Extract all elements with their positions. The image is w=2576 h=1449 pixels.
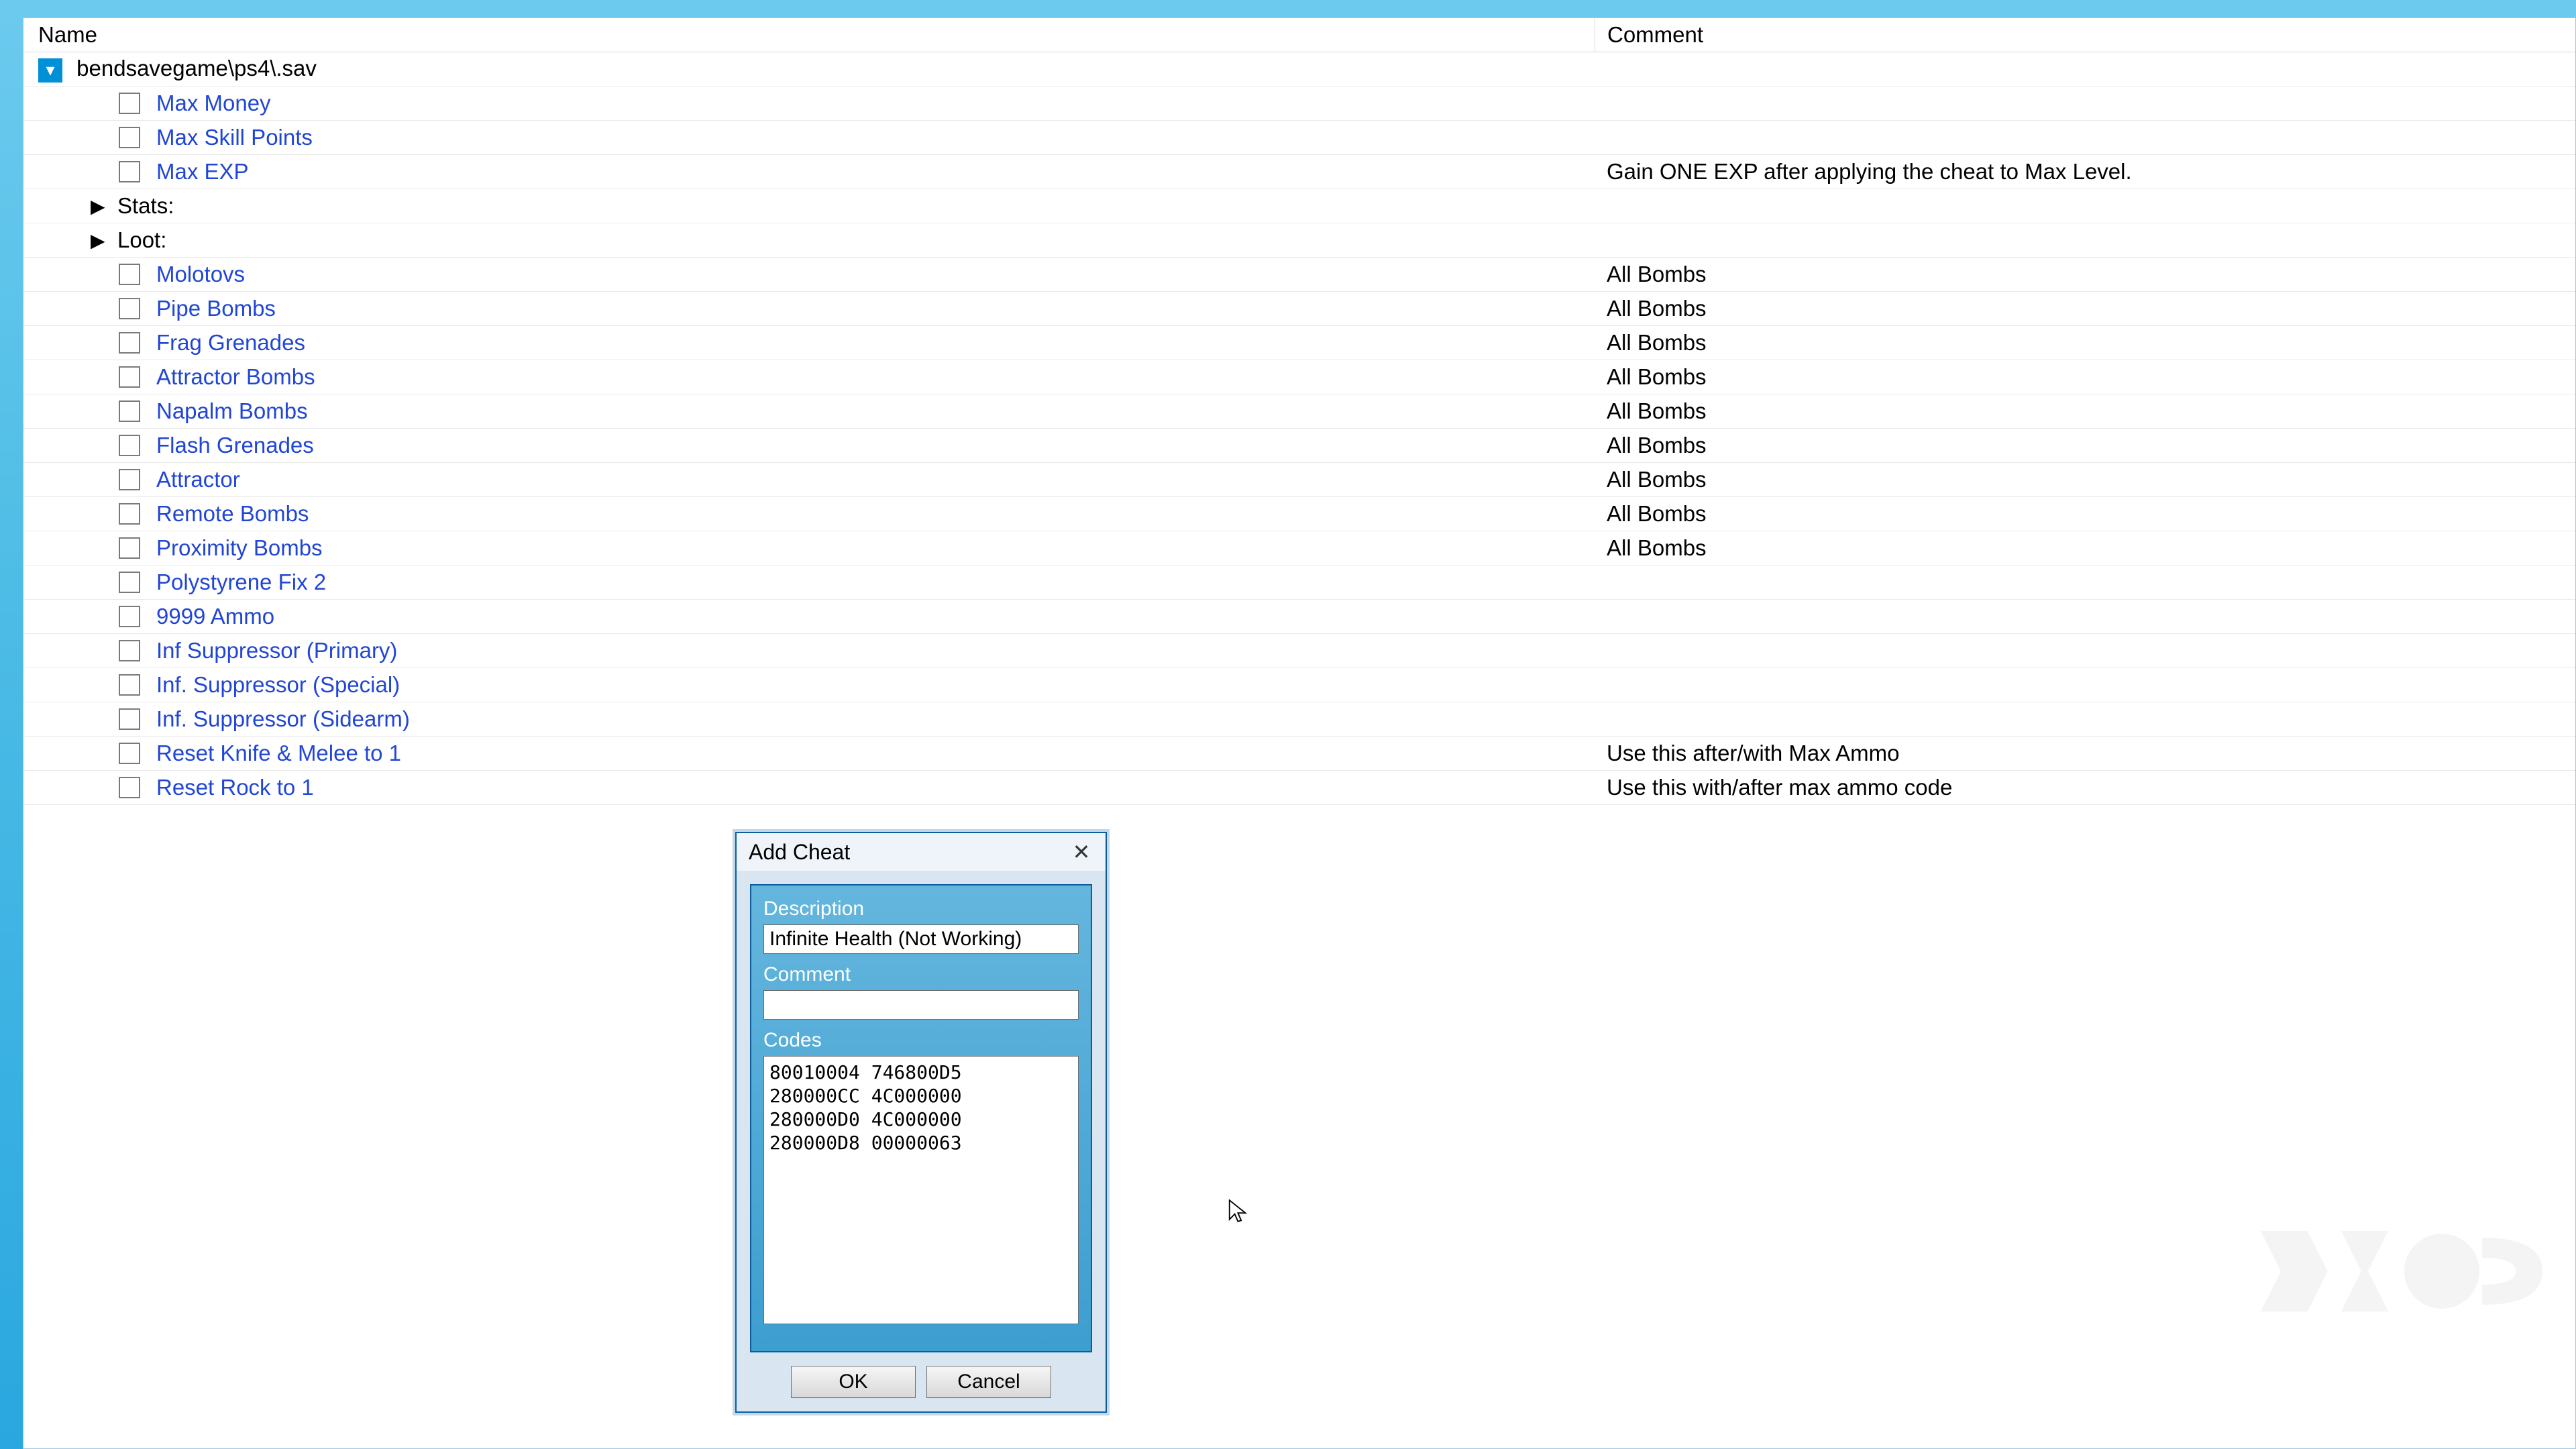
tree-item-label-max-skill-points: Max Skill Points — [156, 125, 313, 150]
row-comment: All Bombs — [1607, 262, 1707, 287]
row-comment: All Bombs — [1607, 535, 1707, 561]
table-row[interactable]: Frag Grenades All Bombs — [23, 326, 2575, 360]
dialog-title: Add Cheat — [749, 840, 850, 865]
table-row[interactable]: Max Money — [23, 87, 2575, 121]
checkbox-inf-suppressor-sidearm[interactable] — [119, 708, 140, 730]
checkbox-max-skill-points[interactable] — [119, 127, 140, 148]
dialog-titlebar[interactable]: Add Cheat ✕ — [737, 833, 1106, 871]
tree-item-label-attractor: Attractor — [156, 467, 240, 492]
checkbox-inf-suppressor-special[interactable] — [119, 674, 140, 696]
table-header-row: Name Comment — [23, 18, 2575, 52]
row-comment: Gain ONE EXP after applying the cheat to… — [1607, 159, 2132, 184]
table-row[interactable]: Attractor Bombs All Bombs — [23, 360, 2575, 394]
tree-item-label-flash-grenades: Flash Grenades — [156, 433, 314, 458]
row-comment: All Bombs — [1607, 398, 1707, 424]
tree-item-label-reset-rock: Reset Rock to 1 — [156, 775, 314, 800]
checkbox-pipe-bombs[interactable] — [119, 298, 140, 319]
add-cheat-dialog: Add Cheat ✕ Description Comment Codes OK… — [735, 832, 1107, 1413]
checkbox-flash-grenades[interactable] — [119, 435, 140, 456]
table-row[interactable]: Attractor All Bombs — [23, 463, 2575, 497]
row-comment: All Bombs — [1607, 433, 1707, 458]
table-row[interactable]: Pipe Bombs All Bombs — [23, 292, 2575, 326]
table-row[interactable]: Napalm Bombs All Bombs — [23, 394, 2575, 429]
table-row[interactable]: 9999 Ammo — [23, 600, 2575, 634]
tree-item-label-max-money: Max Money — [156, 91, 271, 116]
codes-textarea[interactable] — [763, 1056, 1079, 1324]
row-comment: All Bombs — [1607, 501, 1707, 527]
tree-root-row[interactable]: ▾ bendsavegame\ps4\.sav — [23, 52, 2575, 87]
tree-item-label-inf-suppressor-special: Inf. Suppressor (Special) — [156, 672, 400, 698]
expand-toggle-icon[interactable]: ▶ — [91, 229, 117, 252]
tree-item-label-proximity-bombs: Proximity Bombs — [156, 535, 323, 561]
checkbox-frag-grenades[interactable] — [119, 332, 140, 354]
app-window: Name Comment ▾ bendsavegame\ps4\.sav Max… — [0, 0, 2576, 1449]
row-comment: All Bombs — [1607, 364, 1707, 390]
checkbox-remote-bombs[interactable] — [119, 503, 140, 525]
tree-item-label-napalm-bombs: Napalm Bombs — [156, 398, 308, 424]
tree-root-label: bendsavegame\ps4\.sav — [76, 56, 317, 80]
checkbox-max-exp[interactable] — [119, 161, 140, 182]
table-row[interactable]: Molotovs All Bombs — [23, 258, 2575, 292]
close-icon[interactable]: ✕ — [1067, 839, 1096, 865]
row-comment: Use this with/after max ammo code — [1607, 775, 1952, 800]
row-comment: All Bombs — [1607, 296, 1707, 321]
tree-item-label-attractor-bombs: Attractor Bombs — [156, 364, 315, 390]
table-row[interactable]: Max Skill Points — [23, 121, 2575, 155]
column-header-comment-label: Comment — [1607, 22, 1703, 48]
checkbox-9999-ammo[interactable] — [119, 606, 140, 627]
tree-item-label-molotovs: Molotovs — [156, 262, 245, 287]
tree-item-label-frag-grenades: Frag Grenades — [156, 330, 305, 356]
table-row[interactable]: Flash Grenades All Bombs — [23, 429, 2575, 463]
table-row[interactable]: ▶Stats: — [23, 189, 2575, 223]
cancel-button[interactable]: Cancel — [926, 1366, 1051, 1398]
table-row[interactable]: Max EXP Gain ONE EXP after applying the c… — [23, 155, 2575, 189]
description-label: Description — [763, 898, 1079, 920]
table-row[interactable]: Inf. Suppressor (Special) — [23, 668, 2575, 702]
checkbox-max-money[interactable] — [119, 93, 140, 114]
table-row[interactable]: Proximity Bombs All Bombs — [23, 531, 2575, 566]
tree-item-label-loot: Loot: — [117, 227, 166, 253]
comment-label: Comment — [763, 963, 1079, 986]
checkbox-attractor[interactable] — [119, 469, 140, 490]
table-row[interactable]: Inf Suppressor (Primary) — [23, 634, 2575, 668]
checkbox-reset-rock[interactable] — [119, 777, 140, 798]
row-comment: All Bombs — [1607, 467, 1707, 492]
table-row[interactable]: ▶Loot: — [23, 223, 2575, 258]
codes-label: Codes — [763, 1029, 1079, 1052]
checkbox-proximity-bombs[interactable] — [119, 537, 140, 559]
row-comment: Use this after/with Max Ammo — [1607, 741, 1899, 766]
checkbox-attractor-bombs[interactable] — [119, 366, 140, 388]
tree-item-label-pipe-bombs: Pipe Bombs — [156, 296, 276, 321]
tree-item-label-remote-bombs: Remote Bombs — [156, 501, 309, 527]
column-header-name-label: Name — [38, 22, 97, 48]
tree-item-label-stats: Stats: — [117, 193, 174, 219]
description-input[interactable] — [763, 924, 1079, 954]
tree-item-label-9999-ammo: 9999 Ammo — [156, 604, 274, 629]
column-header-comment[interactable]: Comment — [1595, 18, 2575, 52]
expand-toggle-icon[interactable]: ▶ — [91, 195, 117, 217]
ok-button[interactable]: OK — [791, 1366, 916, 1398]
watermark-logo — [2261, 1204, 2542, 1328]
tree-item-label-inf-suppressor-primary: Inf Suppressor (Primary) — [156, 638, 397, 663]
table-row[interactable]: Reset Knife & Melee to 1 Use this after/w… — [23, 737, 2575, 771]
checkbox-molotovs[interactable] — [119, 264, 140, 285]
checkbox-reset-knife-melee[interactable] — [119, 743, 140, 764]
checkbox-polystyrene-fix-2[interactable] — [119, 572, 140, 593]
tree-item-label-inf-suppressor-sidearm: Inf. Suppressor (Sidearm) — [156, 706, 410, 732]
checkbox-inf-suppressor-primary[interactable] — [119, 640, 140, 661]
comment-input[interactable] — [763, 990, 1079, 1020]
tree-item-label-polystyrene-fix-2: Polystyrene Fix 2 — [156, 570, 326, 595]
table-row[interactable]: Polystyrene Fix 2 — [23, 566, 2575, 600]
checkbox-napalm-bombs[interactable] — [119, 400, 140, 422]
tree-item-label-reset-knife-melee: Reset Knife & Melee to 1 — [156, 741, 401, 766]
column-header-name[interactable]: Name — [23, 18, 1595, 52]
table-row[interactable]: Inf. Suppressor (Sidearm) — [23, 702, 2575, 737]
expand-toggle-icon[interactable]: ▾ — [38, 58, 62, 83]
table-row[interactable]: Reset Rock to 1 Use this with/after max a… — [23, 771, 2575, 805]
row-comment: All Bombs — [1607, 330, 1707, 356]
table-row[interactable]: Remote Bombs All Bombs — [23, 497, 2575, 531]
cheat-tree-panel: Name Comment ▾ bendsavegame\ps4\.sav Max… — [23, 17, 2576, 1449]
tree-item-label-max-exp: Max EXP — [156, 159, 249, 184]
